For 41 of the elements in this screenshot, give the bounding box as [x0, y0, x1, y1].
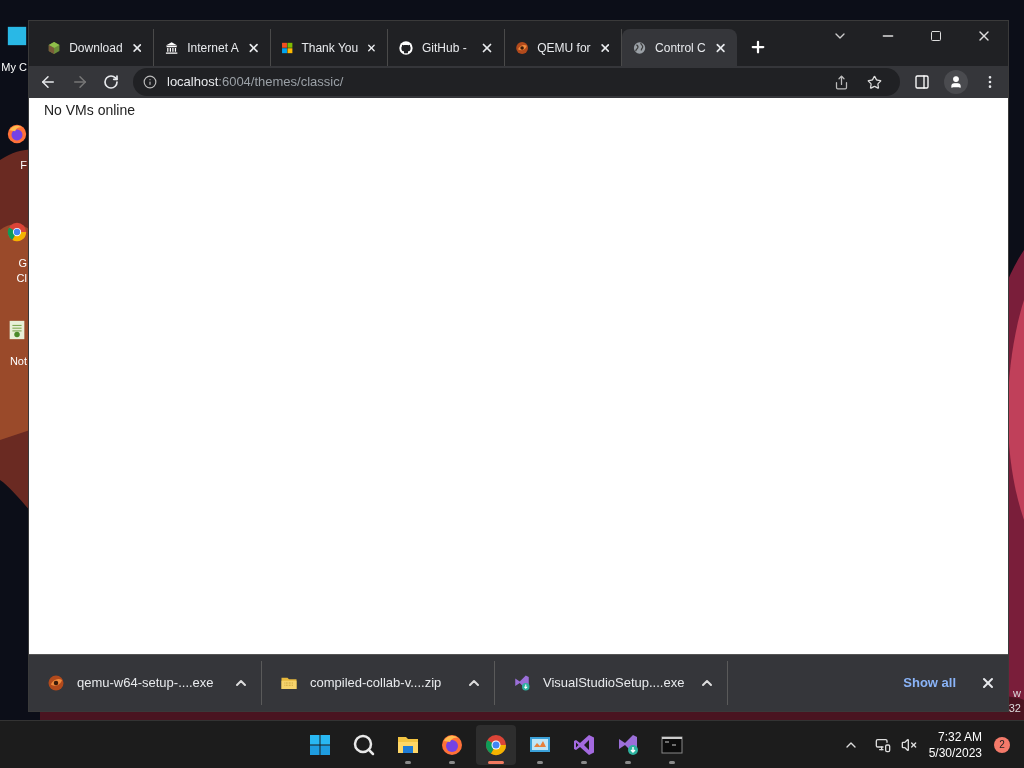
new-tab-icon[interactable] [749, 38, 767, 56]
reload-icon[interactable] [103, 74, 119, 90]
side-panel-icon[interactable] [914, 74, 930, 90]
desktop-icon-label: Not [9, 354, 28, 369]
desktop-label-fragment: w [1013, 686, 1021, 701]
building-icon [164, 39, 180, 56]
desktop-icon-label: G [18, 256, 28, 271]
taskbar-app[interactable] [476, 724, 517, 765]
download-item[interactable]: VisualStudioSetup....exe [495, 661, 728, 705]
cube-icon [47, 39, 62, 56]
desktop-label-fragment: 32 [1008, 701, 1021, 716]
desktop-icon-label: Cl [16, 271, 28, 286]
forward-icon[interactable] [71, 73, 89, 91]
firefox-icon [440, 732, 465, 757]
browser-tab[interactable]: Control C [622, 29, 737, 66]
profile-avatar[interactable] [944, 70, 968, 94]
close-icon[interactable] [980, 675, 996, 691]
installer-icon [616, 732, 641, 757]
network-icon[interactable] [874, 736, 891, 753]
clock[interactable]: 7:32 AM 5/30/2023 [928, 728, 982, 761]
download-item[interactable]: qemu-w64-setup-....exe [29, 661, 262, 705]
maximize-icon[interactable] [930, 30, 942, 42]
desktop-icon-label: My C [1, 60, 28, 75]
desktop-icon-label: F [20, 158, 28, 173]
page-message: No VMs online [44, 102, 136, 118]
back-icon[interactable] [39, 73, 57, 91]
chrome-icon [484, 732, 509, 757]
cat-silhouette-icon [398, 39, 414, 56]
info-icon [143, 75, 157, 89]
notification-badge[interactable]: 2 [994, 736, 1010, 753]
infinity-ribbon-icon [572, 732, 597, 757]
show-all-link[interactable]: Show all [903, 673, 956, 693]
start-icon [308, 732, 333, 757]
globe-icon [632, 39, 648, 56]
installer-icon [513, 674, 531, 692]
address-bar[interactable]: localhost:6004/themes/classic/ [133, 68, 900, 96]
download-item[interactable]: compiled-collab-v....zip [262, 661, 495, 705]
muted-volume-icon[interactable] [900, 736, 917, 753]
bookmark-star-icon[interactable] [867, 74, 882, 90]
share-icon[interactable] [834, 74, 849, 90]
search-icon [352, 732, 377, 757]
